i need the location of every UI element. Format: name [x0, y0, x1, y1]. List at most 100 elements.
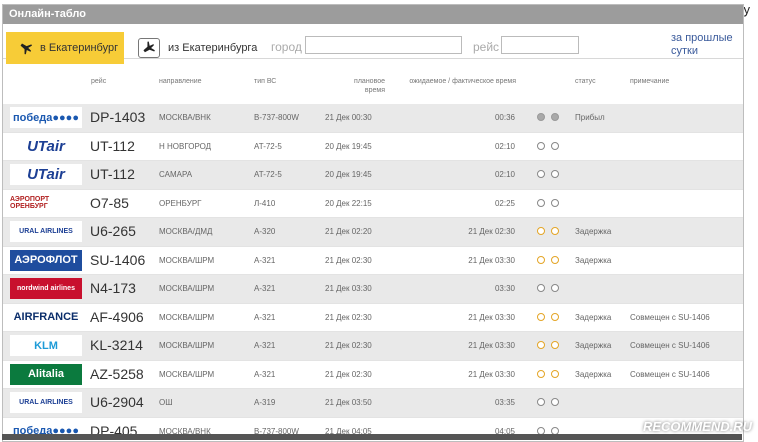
flight-input[interactable]	[501, 36, 579, 54]
status-light-icon	[537, 341, 545, 349]
scheduled-time: 21 Дек 02:30	[325, 361, 372, 388]
aircraft-type: A-321	[254, 275, 275, 302]
col-direction: направление	[159, 77, 202, 86]
direction: МОСКВА/ДМД	[159, 218, 212, 245]
aircraft-type: A-321	[254, 332, 275, 359]
status-light-icon	[551, 341, 559, 349]
past-day-link[interactable]: за прошлые сутки	[671, 32, 739, 58]
board-title: Онлайн-табло	[3, 5, 743, 24]
flight-number: U6-2904	[90, 389, 144, 416]
tab-departure[interactable]: из Екатеринбурга	[138, 33, 257, 63]
status-light-icon	[537, 142, 545, 150]
flight-number: AZ-5258	[90, 361, 144, 388]
table-row: KLMKL-3214МОСКВА/ШРМA-32121 Дек 02:3021 …	[3, 332, 743, 361]
scheduled-time: 20 Дек 19:45	[325, 161, 372, 188]
aircraft-type: A-321	[254, 247, 275, 274]
filter-bar: в Екатеринбург из Екатеринбурга город ре…	[3, 24, 743, 59]
aircraft-type: A-321	[254, 361, 275, 388]
airline-logo: URAL AIRLINES	[10, 221, 82, 242]
col-status: статус	[575, 77, 596, 86]
flight-status: Задержка	[575, 247, 611, 274]
airline-logo: URAL AIRLINES	[10, 392, 82, 413]
direction: Н НОВГОРОД	[159, 133, 211, 160]
status-lights	[537, 341, 559, 349]
flight-number: O7-85	[90, 190, 129, 217]
direction: МОСКВА/ШРМ	[159, 332, 214, 359]
actual-time: 02:10	[495, 161, 515, 188]
scheduled-time: 21 Дек 02:30	[325, 304, 372, 331]
status-light-icon	[537, 113, 545, 121]
flight-note: Совмещен с SU-1406	[630, 304, 710, 331]
scheduled-time: 21 Дек 02:30	[325, 247, 372, 274]
direction: МОСКВА/ШРМ	[159, 247, 214, 274]
col-aircraft: тип ВС	[254, 77, 276, 86]
status-light-icon	[551, 170, 559, 178]
table-row: UTairUT-112САМАРАAT-72-520 Дек 19:4502:1…	[3, 161, 743, 190]
status-lights	[537, 142, 559, 150]
flights-table: победа●●●●DP-1403МОСКВА/ВНКB-737-800W21 …	[3, 104, 743, 442]
scheduled-time: 21 Дек 03:50	[325, 389, 372, 416]
airline-logo: UTair	[10, 136, 82, 157]
status-lights	[537, 113, 559, 121]
status-light-icon	[551, 113, 559, 121]
tab-arrival-label: в Екатеринбург	[40, 42, 118, 54]
table-row: URAL AIRLINESU6-265МОСКВА/ДМДA-32021 Дек…	[3, 218, 743, 247]
flight-number: U6-265	[90, 218, 136, 245]
aircraft-type: AT-72-5	[254, 133, 282, 160]
scheduled-time: 21 Дек 02:30	[325, 332, 372, 359]
scheduled-time: 21 Дек 03:30	[325, 275, 372, 302]
flight-status: Задержка	[575, 332, 611, 359]
tab-arrival[interactable]: в Екатеринбург	[6, 32, 124, 64]
flight-status: Прибыл	[575, 104, 605, 131]
flight-number: N4-173	[90, 275, 136, 302]
scheduled-time: 20 Дек 22:15	[325, 190, 372, 217]
status-light-icon	[551, 313, 559, 321]
airline-logo: nordwind airlines	[10, 278, 82, 299]
airline-logo: АЭРОФЛОТ	[10, 250, 82, 271]
direction: ОШ	[159, 389, 173, 416]
col-note: примечание	[630, 77, 669, 86]
actual-time: 00:36	[495, 104, 515, 131]
aircraft-type: B-737-800W	[254, 104, 299, 131]
flight-number: UT-112	[90, 133, 135, 160]
status-light-icon	[537, 227, 545, 235]
online-board: Онлайн-табло в Екатеринбург из Екатеринб…	[2, 4, 744, 442]
scheduled-time: 21 Дек 00:30	[325, 104, 372, 131]
status-lights	[537, 284, 559, 292]
status-light-icon	[551, 142, 559, 150]
flight-number: UT-112	[90, 161, 135, 188]
actual-time: 02:25	[495, 190, 515, 217]
flight-number: AF-4906	[90, 304, 144, 331]
col-actual: ожидаемое / фактическое время	[403, 77, 516, 86]
direction: МОСКВА/ШРМ	[159, 275, 214, 302]
actual-time: 03:35	[495, 389, 515, 416]
flight-status: Задержка	[575, 361, 611, 388]
status-lights	[537, 370, 559, 378]
status-lights	[537, 227, 559, 235]
direction: МОСКВА/ШРМ	[159, 361, 214, 388]
flight-number: SU-1406	[90, 247, 145, 274]
status-light-icon	[551, 199, 559, 207]
airline-logo: АЭРОПОРТ ОРЕНБУРГ	[10, 193, 82, 214]
table-header: рейс направление тип ВС плановое время о…	[3, 71, 743, 101]
airline-logo: Alitalia	[10, 364, 82, 385]
aircraft-type: A-321	[254, 304, 275, 331]
aircraft-type: Л-410	[254, 190, 275, 217]
table-row: AIRFRANCEAF-4906МОСКВА/ШРМA-32121 Дек 02…	[3, 304, 743, 333]
status-light-icon	[551, 227, 559, 235]
scheduled-time: 21 Дек 02:20	[325, 218, 372, 245]
airline-logo: KLM	[10, 335, 82, 356]
flight-number: KL-3214	[90, 332, 143, 359]
bottom-strip	[2, 434, 742, 440]
status-light-icon	[551, 284, 559, 292]
direction: САМАРА	[159, 161, 192, 188]
status-light-icon	[537, 370, 545, 378]
status-lights	[537, 398, 559, 406]
city-input[interactable]	[305, 36, 462, 54]
status-lights	[537, 170, 559, 178]
table-row: UTairUT-112Н НОВГОРОДAT-72-520 Дек 19:45…	[3, 133, 743, 162]
status-lights	[537, 313, 559, 321]
status-lights	[537, 199, 559, 207]
actual-time: 21 Дек 02:30	[468, 218, 515, 245]
status-lights	[537, 256, 559, 264]
